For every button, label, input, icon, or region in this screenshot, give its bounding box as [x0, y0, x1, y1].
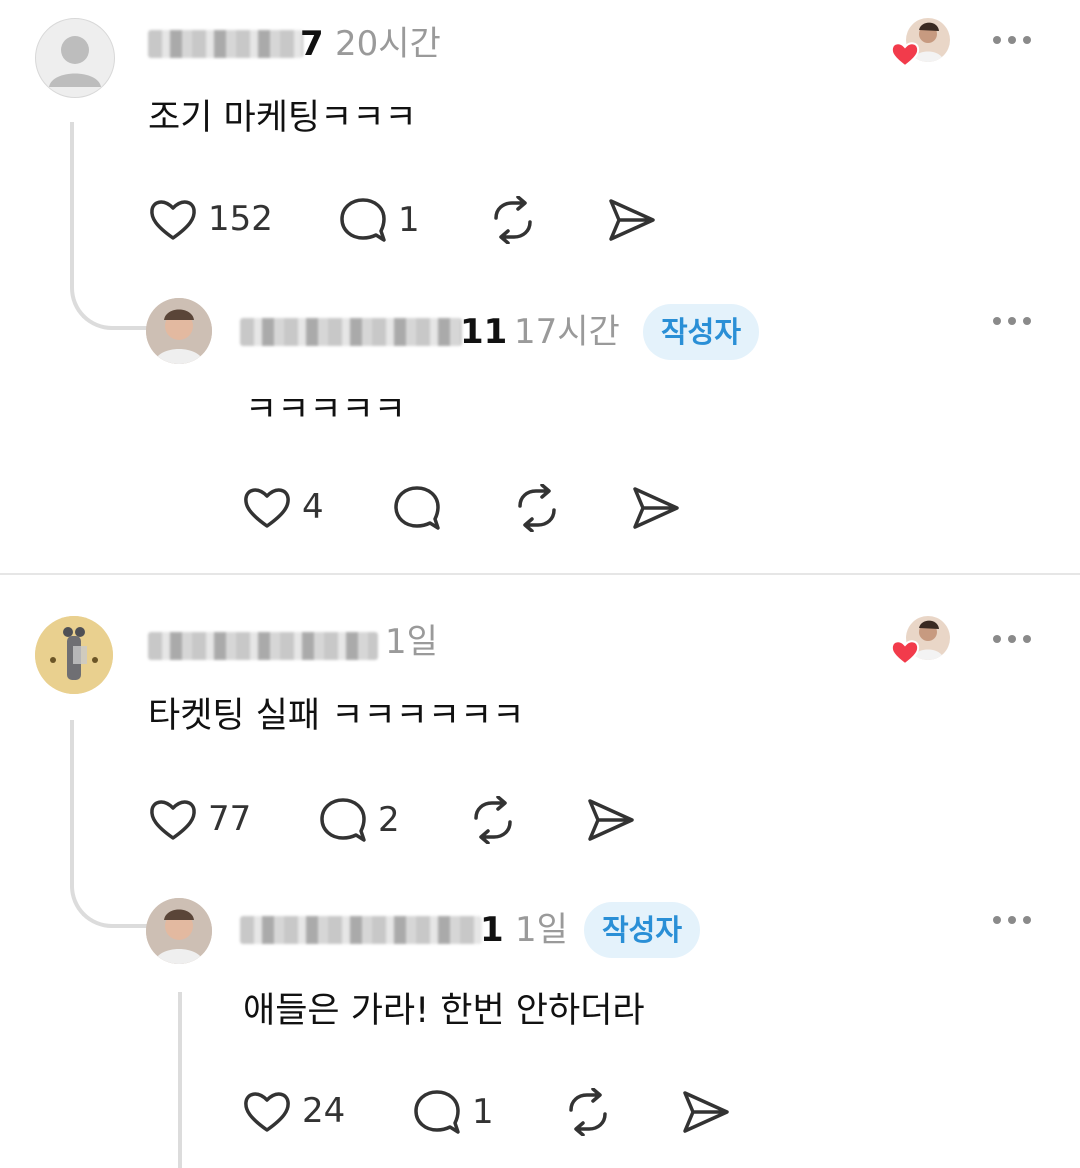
- thread-line: [70, 720, 74, 870]
- heart-icon: [150, 800, 196, 840]
- more-options-button[interactable]: [993, 317, 1031, 325]
- more-options-button[interactable]: [993, 635, 1031, 643]
- repost-button[interactable]: [563, 1088, 613, 1136]
- like-button[interactable]: 152: [148, 196, 273, 242]
- author-liked-indicator: [890, 616, 952, 668]
- repost-icon: [569, 1088, 607, 1136]
- username-blurred[interactable]: [240, 916, 482, 944]
- share-button[interactable]: [607, 196, 657, 244]
- username-suffix[interactable]: 11: [460, 312, 507, 352]
- comment-text: ㅋㅋㅋㅋㅋ: [245, 390, 407, 430]
- like-count: 4: [302, 487, 324, 527]
- repost-icon: [494, 196, 532, 244]
- thread-connector: [70, 858, 148, 928]
- repost-button[interactable]: [468, 796, 518, 844]
- like-button[interactable]: 24: [242, 1088, 345, 1134]
- reply-count: 2: [378, 800, 400, 840]
- comment-text: 애들은 가라! 한번 안하더라: [243, 991, 645, 1031]
- avatar[interactable]: [146, 898, 212, 964]
- repost-button[interactable]: [488, 196, 538, 244]
- reply-count: 1: [472, 1092, 494, 1132]
- thread-line: [178, 992, 182, 1168]
- more-options-button[interactable]: [993, 916, 1031, 924]
- thread-connector: [70, 260, 148, 330]
- username-suffix[interactable]: 7: [300, 24, 324, 64]
- repost-button[interactable]: [512, 484, 562, 532]
- username-blurred[interactable]: [148, 632, 378, 660]
- avatar[interactable]: [146, 298, 212, 364]
- heart-icon: [244, 488, 290, 528]
- comment-icon: [340, 198, 386, 242]
- divider: [0, 573, 1080, 575]
- repost-icon: [474, 796, 512, 844]
- timestamp: 20시간: [335, 24, 441, 64]
- share-icon: [683, 1091, 729, 1133]
- heart-icon: [244, 1092, 290, 1132]
- heart-badge-icon: [890, 42, 920, 68]
- share-icon: [588, 799, 634, 841]
- share-icon: [609, 199, 655, 241]
- timestamp: 1일: [515, 910, 568, 950]
- comment-icon: [414, 1090, 460, 1134]
- username-blurred[interactable]: [148, 30, 303, 58]
- author-liked-indicator: [890, 18, 952, 70]
- more-options-button[interactable]: [993, 36, 1031, 44]
- reply-button[interactable]: 2: [318, 796, 400, 844]
- share-button[interactable]: [631, 484, 681, 532]
- reply-button[interactable]: 1: [338, 196, 420, 244]
- username-suffix[interactable]: 1: [480, 910, 504, 950]
- share-icon: [633, 487, 679, 529]
- timestamp: 1일: [385, 622, 438, 662]
- comment-text: 조기 마케팅ㅋㅋㅋ: [148, 98, 417, 138]
- avatar[interactable]: [35, 616, 113, 694]
- reply-button[interactable]: [392, 484, 442, 532]
- username-blurred[interactable]: [240, 318, 462, 346]
- heart-icon: [150, 200, 196, 240]
- like-button[interactable]: 4: [242, 484, 324, 530]
- default-avatar-icon: [49, 36, 101, 87]
- like-button[interactable]: 77: [148, 796, 251, 842]
- repost-icon: [518, 484, 556, 532]
- share-button[interactable]: [586, 796, 636, 844]
- reply-count: 1: [398, 200, 420, 240]
- author-badge: 작성자: [643, 304, 760, 360]
- like-count: 24: [302, 1091, 346, 1131]
- like-count: 152: [208, 199, 273, 239]
- timestamp: 17시간: [514, 312, 620, 352]
- avatar[interactable]: [35, 18, 115, 98]
- comment-icon: [320, 798, 366, 842]
- comment-text: 타켓팅 실패 ㅋㅋㅋㅋㅋㅋ: [148, 696, 525, 736]
- comment-icon: [394, 486, 440, 530]
- share-button[interactable]: [681, 1088, 731, 1136]
- thread-line: [70, 122, 74, 272]
- author-badge: 작성자: [584, 902, 701, 958]
- reply-button[interactable]: 1: [412, 1088, 494, 1136]
- like-count: 77: [208, 799, 252, 839]
- heart-badge-icon: [890, 640, 920, 666]
